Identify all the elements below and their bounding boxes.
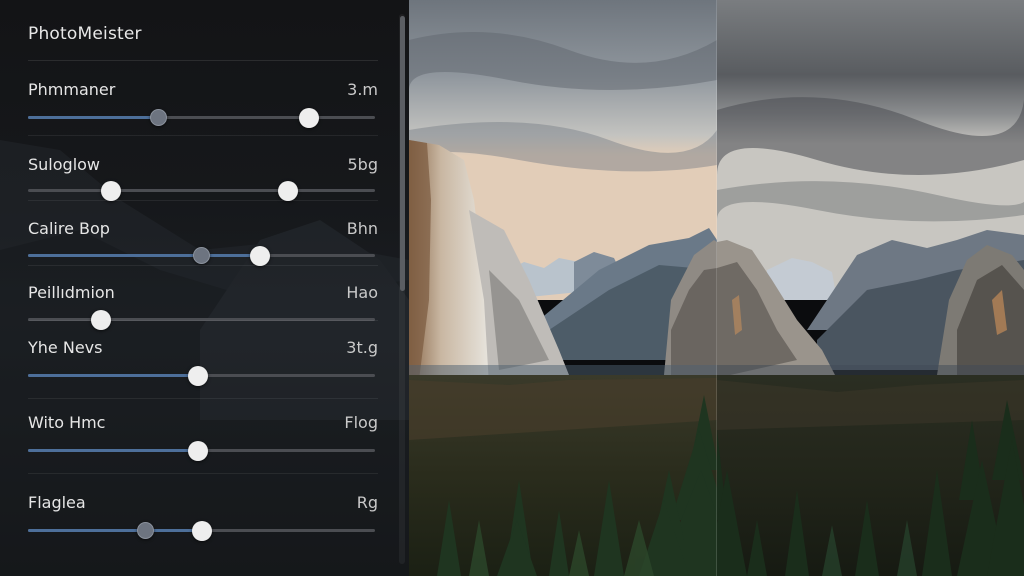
slider-thumb[interactable] [149,109,167,126]
slider-label: Peillıdmion [28,283,115,302]
slider-track[interactable] [28,245,375,266]
title-divider [28,60,378,61]
slider-value: 3t.g [346,338,378,357]
slider-track[interactable] [28,520,375,541]
landscape-photo-before [409,0,717,576]
slider-fill [28,254,261,257]
slider-thumb[interactable] [188,365,209,386]
slider-label: Phmmaner [28,80,116,99]
slider-value: 5bg [347,155,379,174]
slider-value: Rg [356,493,378,512]
slider-fill [28,116,159,119]
slider-thumb[interactable] [191,520,212,541]
slider-row: Peillıdmion Hao [28,283,378,331]
slider-thumb[interactable] [250,245,271,266]
slider-row: Calire Bop Bhn [28,219,378,267]
photo-after-view[interactable] [717,0,1024,576]
photo-editor-window: PhotoMeister Phmmaner 3.m Suloglow 5bg Calir… [0,0,1024,576]
panel-scrollbar-thumb[interactable] [400,16,405,291]
slider-label: Suloglow [28,155,101,174]
slider-label: Yhe Nevs [28,338,103,357]
slider-fill [28,374,199,377]
slider-label: Calire Bop [28,219,110,238]
slider-value: Bhn [346,219,378,238]
slider-thumb[interactable] [188,440,209,461]
slider-track[interactable] [28,365,375,386]
row-divider [28,473,378,474]
slider-label: Wito Hmc [28,413,106,432]
slider-row: Flaglea Rg [28,493,378,541]
slider-row: Suloglow 5bg [28,155,378,203]
compare-split-handle[interactable] [716,0,717,576]
slider-fill [28,529,202,532]
row-divider [28,320,378,321]
slider-thumb[interactable] [278,180,299,201]
slider-value: 3.m [347,80,378,99]
slider-value: Flog [344,413,378,432]
row-divider [28,265,378,266]
landscape-photo-after [717,0,1024,576]
slider-track[interactable] [28,107,375,128]
slider-label: Flaglea [28,493,86,512]
slider-row: Phmmaner 3.m [28,80,378,128]
slider-track[interactable] [28,440,375,461]
slider-thumb[interactable] [193,247,210,264]
photo-canvas[interactable] [409,0,1024,576]
row-divider [28,398,378,399]
row-divider [28,200,378,201]
slider-thumb[interactable] [299,107,320,128]
photo-before-view[interactable] [409,0,717,576]
slider-thumb[interactable] [137,522,155,539]
slider-value: Hao [346,283,378,302]
slider-thumb[interactable] [101,180,122,201]
adjustments-panel: PhotoMeister Phmmaner 3.m Suloglow 5bg Calir… [0,0,409,576]
app-title: PhotoMeister [28,24,142,44]
slider-track[interactable] [28,180,375,201]
row-divider [28,135,378,136]
slider-row: Wito Hmc Flog [28,413,378,461]
slider-row: Yhe Nevs 3t.g [28,338,378,386]
slider-fill [28,449,199,452]
